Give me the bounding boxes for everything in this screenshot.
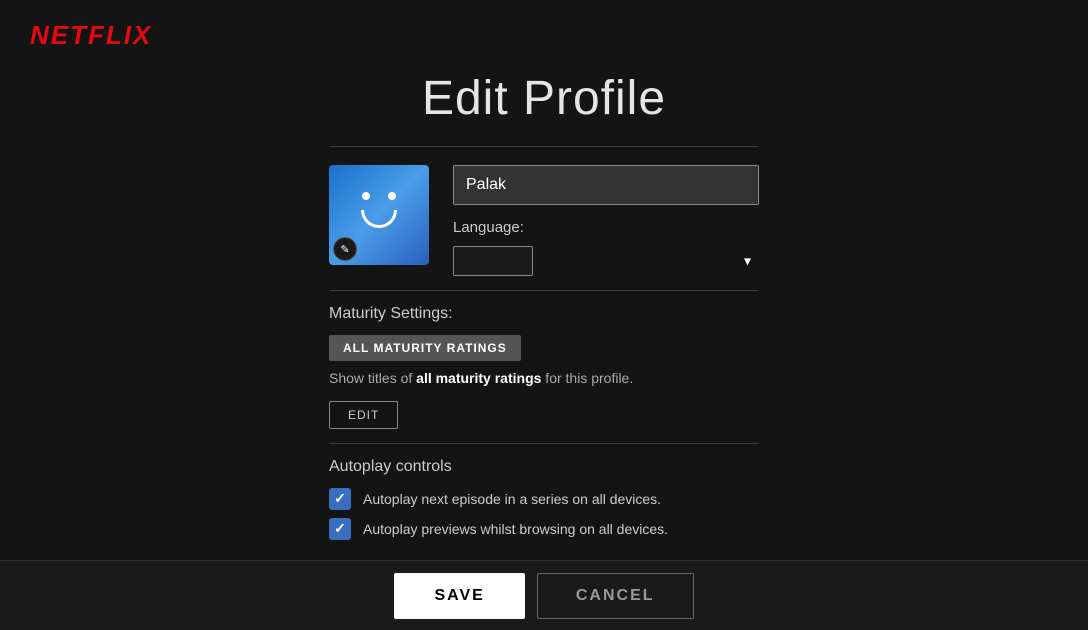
autoplay-section: Autoplay controls ✓ Autoplay next episod… xyxy=(329,458,759,548)
main-content: Edit Profile ✎ Language: xyxy=(0,71,1088,548)
autoplay-title: Autoplay controls xyxy=(329,458,759,476)
checkmark-icon-2: ✓ xyxy=(334,520,346,537)
maturity-desc-bold: all maturity ratings xyxy=(416,370,541,386)
mid-divider-2 xyxy=(329,443,759,444)
avatar-container: ✎ xyxy=(329,165,429,265)
avatar-left-eye xyxy=(362,192,370,200)
maturity-badge: ALL MATURITY RATINGS xyxy=(329,335,521,361)
maturity-section: Maturity Settings: ALL MATURITY RATINGS … xyxy=(329,305,759,429)
maturity-title: Maturity Settings: xyxy=(329,305,759,323)
maturity-desc-pre: Show titles of xyxy=(329,370,416,386)
language-label: Language: xyxy=(453,219,759,236)
header: NETFLIX xyxy=(0,0,1088,71)
netflix-logo: NETFLIX xyxy=(30,20,152,51)
pencil-icon: ✎ xyxy=(340,243,349,256)
checkmark-icon-1: ✓ xyxy=(334,490,346,507)
page-title: Edit Profile xyxy=(422,71,666,126)
autoplay-checkbox-2[interactable]: ✓ xyxy=(329,518,351,540)
avatar-smile xyxy=(361,210,397,228)
save-button[interactable]: SAVE xyxy=(394,573,524,619)
avatar-right-eye xyxy=(388,192,396,200)
language-select-wrapper xyxy=(453,246,759,276)
bottom-bar: SAVE CANCEL xyxy=(0,560,1088,630)
language-select[interactable] xyxy=(453,246,533,276)
autoplay-option-1-label: Autoplay next episode in a series on all… xyxy=(363,491,661,507)
top-divider xyxy=(329,146,759,147)
profile-name-input[interactable] xyxy=(453,165,759,205)
cancel-button[interactable]: CANCEL xyxy=(537,573,694,619)
mid-divider-1 xyxy=(329,290,759,291)
autoplay-option-2-row: ✓ Autoplay previews whilst browsing on a… xyxy=(329,518,759,540)
maturity-desc-post: for this profile. xyxy=(541,370,633,386)
avatar-face xyxy=(361,192,397,228)
avatar-edit-button[interactable]: ✎ xyxy=(333,237,357,261)
form-area: ✎ Language: xyxy=(329,165,759,276)
form-fields: Language: xyxy=(453,165,759,276)
maturity-description: Show titles of all maturity ratings for … xyxy=(329,369,759,389)
autoplay-option-1-row: ✓ Autoplay next episode in a series on a… xyxy=(329,488,759,510)
autoplay-checkbox-1[interactable]: ✓ xyxy=(329,488,351,510)
autoplay-option-2-label: Autoplay previews whilst browsing on all… xyxy=(363,521,668,537)
avatar-eyes xyxy=(362,192,396,200)
maturity-edit-button[interactable]: EDIT xyxy=(329,401,398,429)
